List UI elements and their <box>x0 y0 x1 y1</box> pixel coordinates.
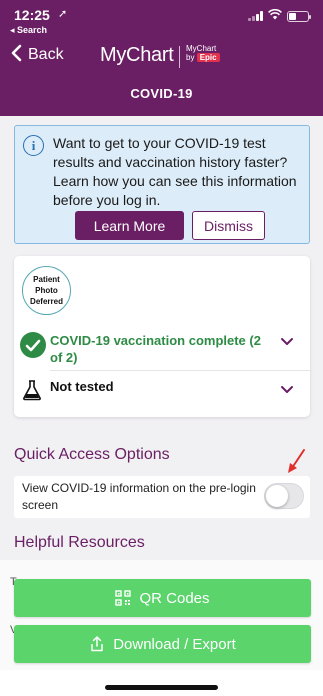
sublogo-line1: MyChart <box>186 44 217 53</box>
mychart-logo: MyChart <box>100 44 174 66</box>
chevron-down-icon[interactable] <box>280 335 294 349</box>
prelogin-setting-label: View COVID-19 information on the pre-log… <box>22 481 256 512</box>
download-export-button[interactable]: Download / Export <box>14 625 311 663</box>
qr-code-icon <box>115 590 132 606</box>
banner-message: Want to get to your COVID-19 test result… <box>53 135 297 208</box>
back-button[interactable]: Back <box>10 44 64 66</box>
epic-badge: Epic <box>196 53 220 62</box>
prelogin-setting-row: View COVID-19 information on the pre-log… <box>14 476 310 518</box>
divider <box>50 370 310 371</box>
annotation-arrow-icon <box>288 449 305 473</box>
info-icon: i <box>23 135 44 156</box>
share-upload-icon <box>91 636 103 652</box>
location-arrow-icon: ➚ <box>58 8 68 20</box>
vaccination-status[interactable]: COVID-19 vaccination complete (2 of 2) <box>50 332 272 366</box>
logo-divider <box>179 46 180 68</box>
flask-icon <box>22 379 42 401</box>
test-status[interactable]: Not tested <box>50 379 114 394</box>
status-icons <box>248 8 311 23</box>
chevron-down-icon[interactable] <box>280 383 294 397</box>
covid-status-card: Patient Photo Deferred COVID-19 vaccinat… <box>14 256 310 417</box>
helpful-resources-heading: Helpful Resources <box>14 534 145 551</box>
return-to-search-link[interactable]: ◂ Search <box>10 25 47 36</box>
dismiss-button[interactable]: Dismiss <box>192 211 265 240</box>
status-time: 12:25 <box>14 7 50 23</box>
avatar: Patient Photo Deferred <box>22 266 71 315</box>
status-bar: 12:25 ➚ ◂ Search <box>0 0 323 40</box>
nav-bar: Back MyChart MyChart by Epic <box>0 40 323 76</box>
chevron-left-icon <box>10 44 22 66</box>
app-header: 12:25 ➚ ◂ Search Back MyChart MyChart by… <box>0 0 323 116</box>
cell-signal-icon <box>248 11 263 21</box>
wifi-icon <box>268 8 282 23</box>
quick-access-heading: Quick Access Options <box>14 446 170 463</box>
toggle-knob <box>266 485 288 507</box>
qr-codes-label: QR Codes <box>139 589 210 607</box>
prelogin-info-banner: i Want to get to your COVID-19 test resu… <box>14 125 310 244</box>
qr-codes-button[interactable]: QR Codes <box>14 579 311 617</box>
home-bar-area <box>0 670 323 696</box>
download-export-label: Download / Export <box>113 635 236 653</box>
battery-icon <box>287 10 311 22</box>
page-title: COVID-19 <box>130 86 193 101</box>
prelogin-toggle[interactable] <box>264 483 304 509</box>
learn-more-button[interactable]: Learn More <box>75 211 184 240</box>
avatar-placeholder-text: Patient Photo Deferred <box>30 275 63 306</box>
sublogo-by: by <box>186 53 195 62</box>
back-label: Back <box>28 46 64 63</box>
home-indicator[interactable] <box>105 685 218 690</box>
checkmark-circle-icon <box>20 332 46 358</box>
mychart-by-epic-logo: MyChart by Epic <box>186 44 220 62</box>
